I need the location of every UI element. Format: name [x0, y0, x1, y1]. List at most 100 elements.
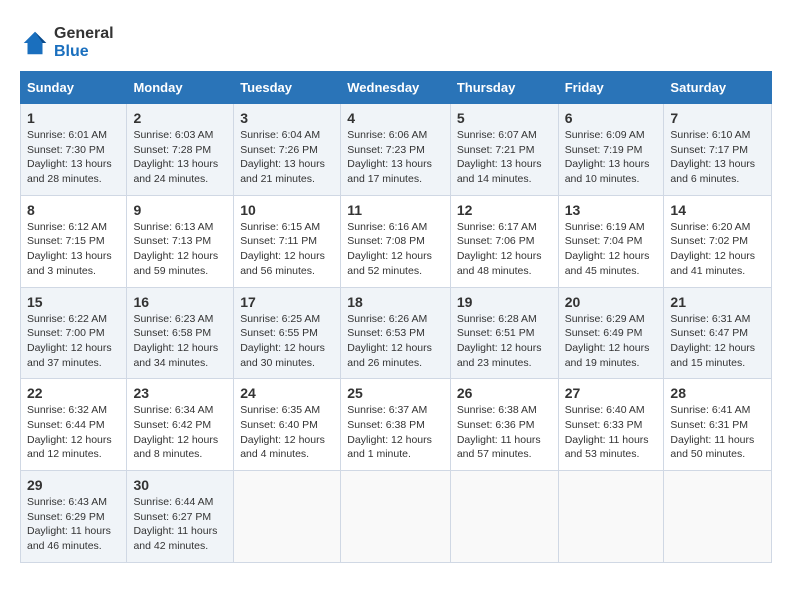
- day-info: Sunrise: 6:25 AM Sunset: 6:55 PM Dayligh…: [240, 312, 334, 371]
- day-info: Sunrise: 6:26 AM Sunset: 6:53 PM Dayligh…: [347, 312, 444, 371]
- calendar-cell: 29 Sunrise: 6:43 AM Sunset: 6:29 PM Dayli…: [21, 471, 127, 563]
- day-number: 8: [27, 202, 120, 218]
- header-row: SundayMondayTuesdayWednesdayThursdayFrid…: [21, 72, 772, 104]
- day-info: Sunrise: 6:03 AM Sunset: 7:28 PM Dayligh…: [133, 128, 227, 187]
- day-info: Sunrise: 6:28 AM Sunset: 6:51 PM Dayligh…: [457, 312, 552, 371]
- header-cell-thursday: Thursday: [450, 72, 558, 104]
- day-info: Sunrise: 6:20 AM Sunset: 7:02 PM Dayligh…: [670, 220, 765, 279]
- calendar-header: SundayMondayTuesdayWednesdayThursdayFrid…: [21, 72, 772, 104]
- day-number: 24: [240, 385, 334, 401]
- calendar-week-5: 29 Sunrise: 6:43 AM Sunset: 6:29 PM Dayli…: [21, 471, 772, 563]
- calendar-cell: 8 Sunrise: 6:12 AM Sunset: 7:15 PM Daylig…: [21, 195, 127, 287]
- day-number: 30: [133, 477, 227, 493]
- header-cell-saturday: Saturday: [664, 72, 772, 104]
- day-number: 18: [347, 294, 444, 310]
- day-info: Sunrise: 6:06 AM Sunset: 7:23 PM Dayligh…: [347, 128, 444, 187]
- day-info: Sunrise: 6:15 AM Sunset: 7:11 PM Dayligh…: [240, 220, 334, 279]
- calendar-cell: [341, 471, 451, 563]
- calendar-cell: 11 Sunrise: 6:16 AM Sunset: 7:08 PM Dayli…: [341, 195, 451, 287]
- calendar-cell: 3 Sunrise: 6:04 AM Sunset: 7:26 PM Daylig…: [234, 104, 341, 196]
- day-info: Sunrise: 6:12 AM Sunset: 7:15 PM Dayligh…: [27, 220, 120, 279]
- day-number: 17: [240, 294, 334, 310]
- calendar-cell: 24Sunrise: 6:35 AM Sunset: 6:40 PM Dayli…: [234, 379, 341, 471]
- day-info: Sunrise: 6:37 AM Sunset: 6:38 PM Dayligh…: [347, 403, 444, 462]
- day-number: 13: [565, 202, 658, 218]
- calendar-cell: 17 Sunrise: 6:25 AM Sunset: 6:55 PM Dayli…: [234, 287, 341, 379]
- day-info: Sunrise: 6:04 AM Sunset: 7:26 PM Dayligh…: [240, 128, 334, 187]
- calendar-cell: 12 Sunrise: 6:17 AM Sunset: 7:06 PM Dayli…: [450, 195, 558, 287]
- calendar-cell: 10 Sunrise: 6:15 AM Sunset: 7:11 PM Dayli…: [234, 195, 341, 287]
- day-info: Sunrise: 6:13 AM Sunset: 7:13 PM Dayligh…: [133, 220, 227, 279]
- day-info: Sunrise: 6:10 AM Sunset: 7:17 PM Dayligh…: [670, 128, 765, 187]
- calendar-cell: 26Sunrise: 6:38 AM Sunset: 6:36 PM Dayli…: [450, 379, 558, 471]
- calendar-cell: 28 Sunrise: 6:41 AM Sunset: 6:31 PM Dayli…: [664, 379, 772, 471]
- day-number: 20: [565, 294, 658, 310]
- calendar-cell: 25 Sunrise: 6:37 AM Sunset: 6:38 PM Dayli…: [341, 379, 451, 471]
- day-info: Sunrise: 6:34 AM Sunset: 6:42 PM Dayligh…: [133, 403, 227, 462]
- day-number: 4: [347, 110, 444, 126]
- calendar-cell: 1 Sunrise: 6:01 AM Sunset: 7:30 PM Daylig…: [21, 104, 127, 196]
- day-info: Sunrise: 6:41 AM Sunset: 6:31 PM Dayligh…: [670, 403, 765, 462]
- header-cell-wednesday: Wednesday: [341, 72, 451, 104]
- day-info: Sunrise: 6:17 AM Sunset: 7:06 PM Dayligh…: [457, 220, 552, 279]
- calendar-week-2: 8 Sunrise: 6:12 AM Sunset: 7:15 PM Daylig…: [21, 195, 772, 287]
- calendar-cell: 9 Sunrise: 6:13 AM Sunset: 7:13 PM Daylig…: [127, 195, 234, 287]
- day-number: 29: [27, 477, 120, 493]
- calendar-cell: 7 Sunrise: 6:10 AM Sunset: 7:17 PM Daylig…: [664, 104, 772, 196]
- day-info: Sunrise: 6:43 AM Sunset: 6:29 PM Dayligh…: [27, 495, 120, 554]
- calendar-cell: 19Sunrise: 6:28 AM Sunset: 6:51 PM Dayli…: [450, 287, 558, 379]
- day-number: 15: [27, 294, 120, 310]
- calendar-week-4: 22 Sunrise: 6:32 AM Sunset: 6:44 PM Dayli…: [21, 379, 772, 471]
- calendar-cell: 18 Sunrise: 6:26 AM Sunset: 6:53 PM Dayli…: [341, 287, 451, 379]
- day-info: Sunrise: 6:32 AM Sunset: 6:44 PM Dayligh…: [27, 403, 120, 462]
- day-info: Sunrise: 6:01 AM Sunset: 7:30 PM Dayligh…: [27, 128, 120, 187]
- day-number: 22: [27, 385, 120, 401]
- day-info: Sunrise: 6:19 AM Sunset: 7:04 PM Dayligh…: [565, 220, 658, 279]
- day-number: 7: [670, 110, 765, 126]
- calendar-cell: 30 Sunrise: 6:44 AM Sunset: 6:27 PM Dayli…: [127, 471, 234, 563]
- day-number: 5: [457, 110, 552, 126]
- calendar-cell: 6 Sunrise: 6:09 AM Sunset: 7:19 PM Daylig…: [558, 104, 664, 196]
- day-info: Sunrise: 6:40 AM Sunset: 6:33 PM Dayligh…: [565, 403, 658, 462]
- day-number: 9: [133, 202, 227, 218]
- calendar-cell: 23 Sunrise: 6:34 AM Sunset: 6:42 PM Dayli…: [127, 379, 234, 471]
- header-cell-monday: Monday: [127, 72, 234, 104]
- calendar-cell: 22 Sunrise: 6:32 AM Sunset: 6:44 PM Dayli…: [21, 379, 127, 471]
- calendar-cell: 20 Sunrise: 6:29 AM Sunset: 6:49 PM Dayli…: [558, 287, 664, 379]
- day-number: 16: [133, 294, 227, 310]
- day-number: 11: [347, 202, 444, 218]
- day-info: Sunrise: 6:16 AM Sunset: 7:08 PM Dayligh…: [347, 220, 444, 279]
- calendar-cell: 15Sunrise: 6:22 AM Sunset: 7:00 PM Dayli…: [21, 287, 127, 379]
- day-info: Sunrise: 6:44 AM Sunset: 6:27 PM Dayligh…: [133, 495, 227, 554]
- day-number: 3: [240, 110, 334, 126]
- calendar-cell: 27 Sunrise: 6:40 AM Sunset: 6:33 PM Dayli…: [558, 379, 664, 471]
- day-number: 23: [133, 385, 227, 401]
- day-number: 12: [457, 202, 552, 218]
- logo-text: General Blue: [54, 25, 114, 61]
- logo-icon: [20, 28, 50, 58]
- logo: General Blue: [20, 25, 114, 61]
- day-number: 6: [565, 110, 658, 126]
- calendar-cell: 13 Sunrise: 6:19 AM Sunset: 7:04 PM Dayli…: [558, 195, 664, 287]
- day-number: 27: [565, 385, 658, 401]
- day-info: Sunrise: 6:31 AM Sunset: 6:47 PM Dayligh…: [670, 312, 765, 371]
- header-cell-friday: Friday: [558, 72, 664, 104]
- page-header: General Blue: [20, 20, 772, 61]
- day-number: 10: [240, 202, 334, 218]
- day-number: 1: [27, 110, 120, 126]
- day-info: Sunrise: 6:23 AM Sunset: 6:58 PM Dayligh…: [133, 312, 227, 371]
- day-number: 26: [457, 385, 552, 401]
- calendar-cell: [450, 471, 558, 563]
- calendar-body: 1 Sunrise: 6:01 AM Sunset: 7:30 PM Daylig…: [21, 104, 772, 563]
- day-info: Sunrise: 6:29 AM Sunset: 6:49 PM Dayligh…: [565, 312, 658, 371]
- calendar-table: SundayMondayTuesdayWednesdayThursdayFrid…: [20, 71, 772, 563]
- calendar-cell: 16 Sunrise: 6:23 AM Sunset: 6:58 PM Dayli…: [127, 287, 234, 379]
- day-number: 28: [670, 385, 765, 401]
- calendar-cell: 2Sunrise: 6:03 AM Sunset: 7:28 PM Daylig…: [127, 104, 234, 196]
- calendar-week-3: 15Sunrise: 6:22 AM Sunset: 7:00 PM Dayli…: [21, 287, 772, 379]
- calendar-cell: [664, 471, 772, 563]
- day-number: 14: [670, 202, 765, 218]
- day-info: Sunrise: 6:09 AM Sunset: 7:19 PM Dayligh…: [565, 128, 658, 187]
- day-number: 25: [347, 385, 444, 401]
- calendar-cell: [234, 471, 341, 563]
